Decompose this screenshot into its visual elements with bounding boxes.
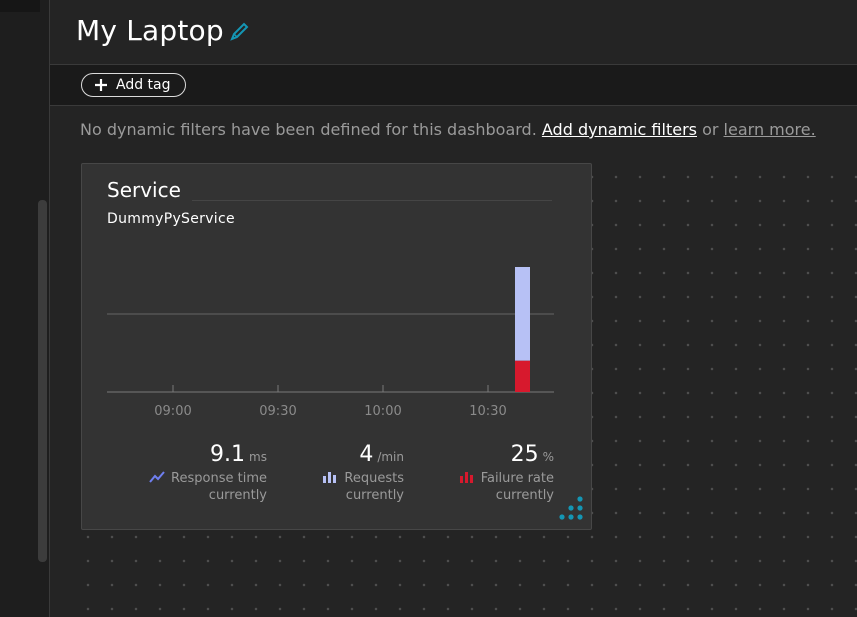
requests-unit: /min <box>377 450 404 464</box>
left-scrollbar[interactable] <box>38 200 47 562</box>
failure-bar <box>515 360 530 392</box>
response-time-unit: ms <box>249 450 267 464</box>
x-tick-label: 10:30 <box>469 404 506 419</box>
metric-response-time[interactable]: 9.1 ms Response time currently <box>140 440 267 504</box>
dynamic-filter-notice: No dynamic filters have been defined for… <box>80 120 816 139</box>
left-rail-top-block <box>0 0 40 12</box>
failure-rate-unit: % <box>542 450 554 464</box>
filter-or-text: or <box>702 120 719 139</box>
add-tag-label: Add tag <box>116 77 171 93</box>
learn-more-link[interactable]: learn more. <box>724 120 816 139</box>
response-time-value: 9.1 <box>210 442 246 467</box>
x-tick-label: 09:00 <box>154 404 191 419</box>
x-tick-label: 09:30 <box>259 404 296 419</box>
requests-value: 4 <box>359 442 374 467</box>
requests-bar <box>515 267 530 361</box>
service-chart: 09:00 09:30 10:00 10:30 <box>107 267 554 419</box>
add-tag-button[interactable]: Add tag <box>81 73 186 97</box>
plus-icon <box>95 79 107 91</box>
filter-notice-text: No dynamic filters have been defined for… <box>80 120 537 139</box>
tile-resize-handle[interactable] <box>556 495 584 523</box>
requests-bar-chart-icon <box>323 472 337 483</box>
response-time-sub: currently <box>208 488 267 503</box>
requests-sub: currently <box>345 488 404 503</box>
service-tile[interactable]: Service DummyPyService 09:00 09:30 10:00 10… <box>81 163 592 530</box>
pencil-icon[interactable] <box>228 21 250 43</box>
add-dynamic-filters-link[interactable]: Add dynamic filters <box>542 120 697 139</box>
page-title: My Laptop <box>76 13 224 47</box>
x-tick-label: 10:00 <box>364 404 401 419</box>
failure-rate-sub: currently <box>495 488 554 503</box>
failure-rate-value: 25 <box>510 442 539 467</box>
requests-label: Requests <box>344 471 404 486</box>
response-time-label: Response time <box>171 471 267 486</box>
failure-rate-label: Failure rate <box>480 471 554 486</box>
tag-bar: Add tag <box>50 64 857 106</box>
dashboard-main: My Laptop Add tag No dynamic filters hav… <box>50 0 857 617</box>
left-rail <box>0 0 50 617</box>
title-row: My Laptop <box>76 10 250 50</box>
metric-failure-rate[interactable]: 25% Failure rate currently <box>444 440 554 504</box>
failure-bar-chart-icon <box>459 472 473 483</box>
line-chart-icon <box>149 471 165 483</box>
metric-requests[interactable]: 4/min Requests currently <box>304 440 404 504</box>
